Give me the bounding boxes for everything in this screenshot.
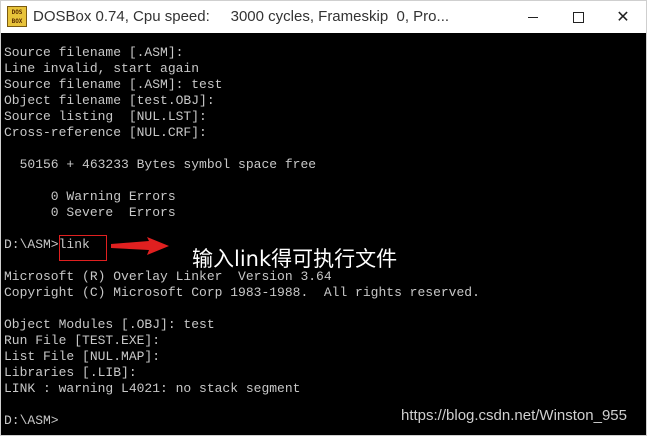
minimize-button[interactable] bbox=[510, 1, 556, 33]
console-line: Object Modules [.OBJ]: test bbox=[4, 317, 215, 332]
window-title: DOSBox 0.74, Cpu speed: 3000 cycles, Fra… bbox=[33, 8, 450, 25]
annotation-text: 输入link得可执行文件 bbox=[192, 247, 398, 271]
console-line: Libraries [.LIB]: bbox=[4, 365, 137, 380]
arrow-shape bbox=[111, 237, 169, 255]
close-icon: ✕ bbox=[616, 7, 630, 26]
highlight-box bbox=[59, 235, 107, 261]
title-bar[interactable]: DOS BOX DOSBox 0.74, Cpu speed: 3000 cyc… bbox=[1, 1, 646, 33]
maximize-button[interactable] bbox=[555, 1, 601, 33]
dosbox-window: DOS BOX DOSBox 0.74, Cpu speed: 3000 cyc… bbox=[0, 0, 647, 436]
minimize-icon bbox=[528, 16, 538, 18]
close-button[interactable]: ✕ bbox=[600, 1, 646, 33]
console-line: Line invalid, start again bbox=[4, 61, 200, 76]
maximize-icon bbox=[572, 11, 584, 23]
console-line: Run File [TEST.EXE]: bbox=[4, 333, 161, 348]
watermark-text: https://blog.csdn.net/Winston_955 bbox=[401, 407, 627, 424]
console-line: Source filename [.ASM]: bbox=[4, 45, 184, 60]
dosbox-app-icon[interactable]: DOS BOX bbox=[7, 6, 27, 27]
console-line: Source listing [NUL.LST]: bbox=[4, 109, 207, 124]
console-line: Cross-reference [NUL.CRF]: bbox=[4, 125, 207, 140]
console-line: 50156 + 463233 Bytes symbol space free bbox=[4, 157, 317, 172]
console-line: Object filename [test.OBJ]: bbox=[4, 93, 215, 108]
icon-text-top: DOS bbox=[11, 9, 23, 16]
console-line: Copyright (C) Microsoft Corp 1983-1988. … bbox=[4, 285, 480, 300]
arrow-icon bbox=[111, 237, 169, 255]
icon-text-bottom: BOX bbox=[11, 18, 23, 25]
console-line: List File [NUL.MAP]: bbox=[4, 349, 161, 364]
console-line: LINK : warning L4021: no stack segment bbox=[4, 381, 301, 396]
console-line: 0 Severe Errors bbox=[4, 205, 176, 220]
console-line: Source filename [.ASM]: test bbox=[4, 77, 223, 92]
console-line: 0 Warning Errors bbox=[4, 189, 176, 204]
